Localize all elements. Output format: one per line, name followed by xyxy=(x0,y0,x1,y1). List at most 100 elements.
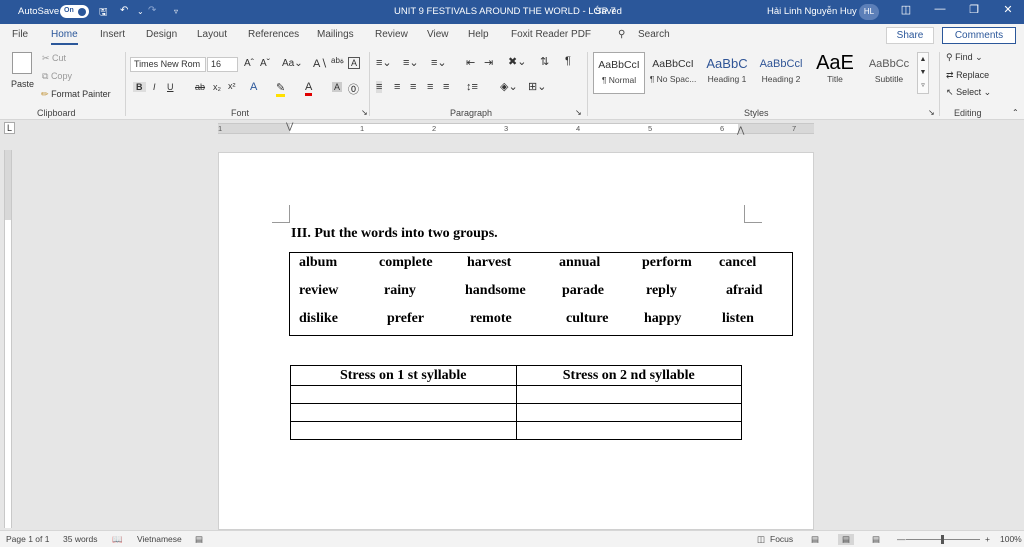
page-count[interactable]: Page 1 of 1 xyxy=(6,534,49,544)
tab-design[interactable]: Design xyxy=(146,29,177,40)
format-painter-button[interactable]: ✏ Format Painter xyxy=(41,89,111,100)
save-status[interactable]: Saved xyxy=(595,6,622,17)
replace-button[interactable]: ⇄ Replace xyxy=(946,70,989,81)
tab-selector-icon[interactable]: L xyxy=(4,122,16,134)
character-border-icon[interactable]: A xyxy=(348,57,361,69)
clear-formatting-icon[interactable]: A∖ xyxy=(313,57,327,70)
tab-insert[interactable]: Insert xyxy=(100,29,125,40)
tab-view[interactable]: View xyxy=(427,29,449,40)
grow-font-icon[interactable]: Aˆ xyxy=(244,58,254,69)
redo-icon[interactable]: ↷ xyxy=(148,5,156,16)
table-cell[interactable] xyxy=(290,403,517,422)
underline-icon[interactable]: U xyxy=(167,82,174,92)
focus-icon[interactable]: ◫ xyxy=(757,534,765,545)
bold-icon[interactable]: B xyxy=(133,82,146,92)
question-heading[interactable]: III. Put the words into two groups. xyxy=(291,226,498,242)
table-cell[interactable] xyxy=(515,421,742,440)
restore-icon[interactable]: ❐ xyxy=(963,3,985,16)
stress-table[interactable]: Stress on 1 st syllable Stress on 2 nd s… xyxy=(290,365,742,440)
tab-home[interactable]: Home xyxy=(51,29,78,45)
horizontal-ruler[interactable]: 1 1 2 3 4 5 6 7 ⋁ ⋀ xyxy=(218,121,814,136)
style-no-spacing[interactable]: AaBbCcI ¶ No Spac... xyxy=(647,52,699,94)
right-indent-marker-icon[interactable]: ⋀ xyxy=(737,125,744,136)
numbering-icon[interactable]: ≡⌄ xyxy=(403,56,419,69)
font-color-icon[interactable]: A xyxy=(305,81,313,96)
multilevel-list-icon[interactable]: ≡⌄ xyxy=(431,56,447,69)
character-shading-icon[interactable]: A xyxy=(332,82,343,92)
text-effects-icon[interactable]: A xyxy=(250,81,257,93)
borders-icon[interactable]: ⊞⌄ xyxy=(528,80,546,93)
undo-dropdown-icon[interactable]: ⌄ xyxy=(137,7,144,16)
align-center-icon[interactable]: ≡ xyxy=(394,81,400,93)
tab-help[interactable]: Help xyxy=(468,29,489,40)
select-button[interactable]: ↖ Select ⌄ xyxy=(946,87,991,98)
style-normal[interactable]: AaBbCcI ¶ Normal xyxy=(593,52,645,94)
increase-indent-icon[interactable]: ⇥ xyxy=(484,56,493,69)
asian-layout-icon[interactable]: ✖⌄ xyxy=(508,55,526,68)
style-heading-1[interactable]: AaBbC Heading 1 xyxy=(701,52,753,94)
customize-toolbar-icon[interactable]: ▿ xyxy=(174,7,178,16)
italic-icon[interactable]: I xyxy=(153,82,156,92)
table-cell[interactable] xyxy=(290,385,517,404)
copy-button[interactable]: ⧉ Copy xyxy=(42,71,72,82)
close-icon[interactable]: ✕ xyxy=(997,3,1019,16)
comments-button[interactable]: Comments xyxy=(942,27,1016,44)
avatar[interactable]: HL xyxy=(859,4,879,20)
enclose-characters-icon[interactable]: ⓪ xyxy=(348,81,359,97)
phonetic-guide-icon[interactable]: abة xyxy=(331,56,344,65)
table-cell[interactable] xyxy=(290,421,517,440)
font-dialog-launcher-icon[interactable]: ↘ xyxy=(361,108,368,117)
share-button[interactable]: Share xyxy=(886,27,934,44)
cut-button[interactable]: ✂ Cut xyxy=(42,53,66,64)
subscript-icon[interactable]: x₂ xyxy=(213,82,221,92)
user-name[interactable]: Hải Linh Nguyễn Huy xyxy=(767,6,857,17)
word-box[interactable]: album complete harvest annual perform ca… xyxy=(289,252,793,336)
strikethrough-icon[interactable]: ab xyxy=(195,82,205,92)
collapse-ribbon-icon[interactable]: ⌃ xyxy=(1012,108,1019,117)
read-mode-icon[interactable]: ▤ xyxy=(811,534,819,545)
word-count[interactable]: 35 words xyxy=(63,534,98,544)
tab-foxit-reader-pdf[interactable]: Foxit Reader PDF xyxy=(511,29,591,40)
show-formatting-marks-icon[interactable]: ¶ xyxy=(565,55,571,67)
print-layout-icon[interactable]: ▤ xyxy=(838,534,855,545)
indent-marker-icon[interactable]: ⋁ xyxy=(286,121,293,132)
document-page[interactable]: III. Put the words into two groups. albu… xyxy=(218,152,814,530)
undo-icon[interactable]: ↶ xyxy=(120,5,128,16)
style-heading-2[interactable]: AaBbCcl Heading 2 xyxy=(755,52,807,94)
find-button[interactable]: ⚲ Find ⌄ xyxy=(946,52,983,63)
superscript-icon[interactable]: x² xyxy=(228,81,236,91)
change-case-icon[interactable]: Aa⌄ xyxy=(282,58,303,69)
tab-review[interactable]: Review xyxy=(375,29,408,40)
table-cell[interactable] xyxy=(515,385,742,404)
zoom-out-icon[interactable]: — xyxy=(897,534,906,544)
font-size-select[interactable]: 16 xyxy=(207,57,238,72)
highlight-color-icon[interactable]: ✎ xyxy=(276,81,286,97)
styles-dialog-launcher-icon[interactable]: ↘ xyxy=(928,108,935,117)
zoom-level[interactable]: 100% xyxy=(1000,534,1022,544)
tab-mailings[interactable]: Mailings xyxy=(317,29,354,40)
language[interactable]: Vietnamese xyxy=(137,534,182,544)
web-layout-icon[interactable]: ▤ xyxy=(872,534,880,545)
style-subtitle[interactable]: AaBbCc Subtitle xyxy=(863,52,915,94)
tab-layout[interactable]: Layout xyxy=(197,29,227,40)
search-label[interactable]: Search xyxy=(638,29,670,40)
search-icon[interactable]: ⚲ xyxy=(618,29,625,40)
zoom-in-icon[interactable]: + xyxy=(985,534,990,544)
save-icon[interactable]: 🖫 xyxy=(99,5,108,22)
vertical-ruler[interactable] xyxy=(4,150,12,528)
paste-label[interactable]: Paste xyxy=(11,79,34,89)
align-right-icon[interactable]: ≡ xyxy=(410,81,416,93)
ribbon-display-icon[interactable]: ◫ xyxy=(895,3,917,16)
focus-label[interactable]: Focus xyxy=(770,534,793,544)
paste-icon[interactable] xyxy=(12,52,32,74)
sort-icon[interactable]: ⇅ xyxy=(540,55,549,68)
tab-references[interactable]: References xyxy=(248,29,299,40)
proofing-icon[interactable]: 📖 xyxy=(112,534,123,545)
align-left-icon[interactable]: ≡ xyxy=(376,81,383,93)
styles-gallery-scroll[interactable]: ▲ ▼ ▿ xyxy=(917,52,929,94)
justify-icon[interactable]: ≡ xyxy=(427,81,433,93)
autosave-toggle[interactable]: On xyxy=(60,5,89,18)
tab-file[interactable]: File xyxy=(12,29,28,40)
font-name-select[interactable]: Times New Rom xyxy=(130,57,206,72)
table-cell[interactable] xyxy=(515,403,742,422)
